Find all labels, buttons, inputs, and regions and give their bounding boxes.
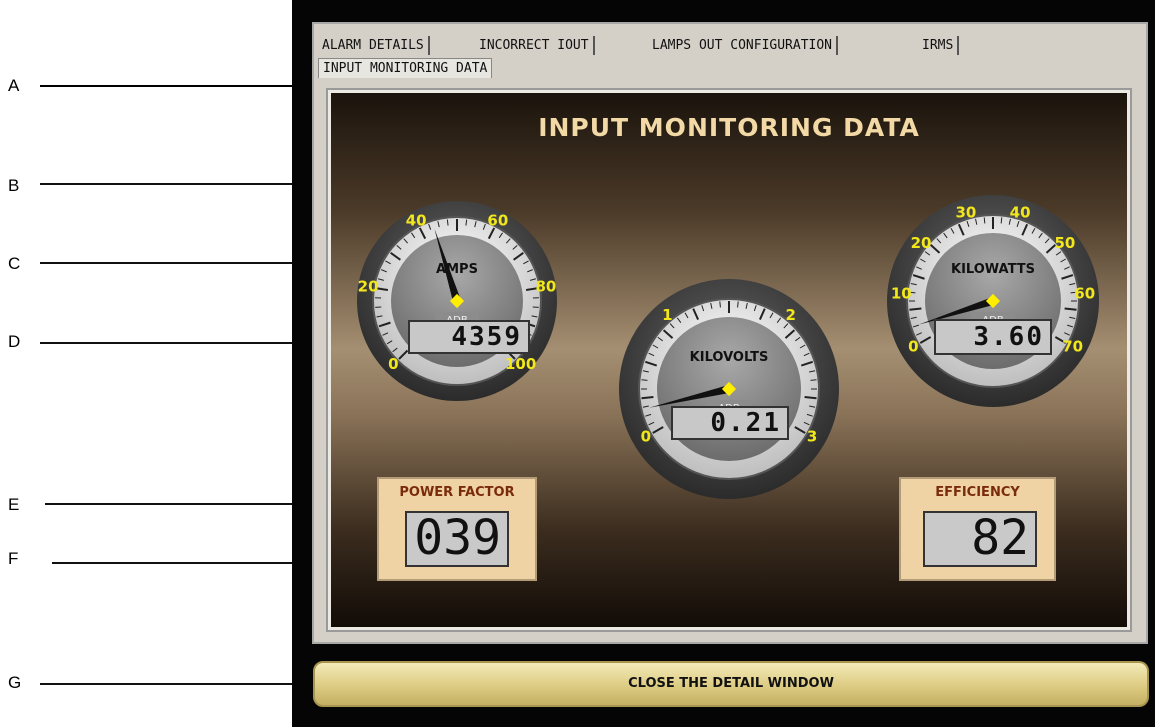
kilowatts-gauge-tick (983, 217, 986, 224)
power-factor-box: POWER FACTOR 039 (377, 477, 537, 581)
tab-control: ALARM DETAILS INCORRECT IOUT LAMPS OUT C… (312, 22, 1148, 644)
amps-tick-label: 100 (505, 355, 536, 373)
kilowatts-gauge-tick (909, 307, 922, 311)
amps-tick-label: 0 (388, 355, 398, 373)
kilovolts-gauge-tick (804, 395, 817, 400)
kilovolts-gauge-label: KILOVOLTS (690, 350, 769, 365)
kilovolts-gauge-tick (737, 301, 739, 308)
tab-alarm-details[interactable]: ALARM DETAILS (318, 36, 430, 55)
efficiency-box: EFFICIENCY 82 (899, 477, 1056, 581)
kilowatts-gauge-tick (1064, 307, 1077, 311)
amps-gauge-tick (446, 219, 449, 226)
detail-window: ALARM DETAILS INCORRECT IOUT LAMPS OUT C… (292, 0, 1155, 727)
kilovolts-gauge-tick (641, 395, 654, 400)
kilovolts-readout: 0.21 (671, 406, 789, 440)
kilovolts-tick-label: 1 (662, 306, 672, 324)
tab-incorrect-iout[interactable]: INCORRECT IOUT (475, 36, 595, 55)
power-factor-readout: 039 (405, 511, 509, 567)
efficiency-label: EFFICIENCY (935, 485, 1020, 500)
kilovolts-tick-label: 2 (785, 306, 795, 324)
kilovolts-tick-label: 3 (807, 428, 817, 446)
kilovolts-gauge-tick (810, 379, 817, 381)
amps-tick-label: 80 (535, 277, 556, 295)
kilowatts-gauge-tick (1000, 217, 1003, 224)
kilowatts-tick-label: 0 (908, 338, 918, 356)
kilowatts-tick-label: 50 (1054, 234, 1075, 252)
kilowatts-tick-label: 40 (1010, 204, 1031, 222)
kilowatts-gauge-label: KILOWATTS (951, 262, 1035, 277)
kilovolts-gauge-tick (641, 379, 648, 381)
tab-lamps-out-configuration[interactable]: LAMPS OUT CONFIGURATION (648, 36, 839, 55)
amps-gauge-tick (465, 219, 468, 226)
tab-irms[interactable]: IRMS (918, 36, 960, 55)
kilovolts-gauge-tick (719, 301, 721, 308)
efficiency-readout: 82 (923, 511, 1037, 567)
amps-tick-label: 60 (487, 211, 508, 229)
input-monitoring-panel: INPUT MONITORING DATA 020406080100AMPSAD… (326, 88, 1132, 632)
kilovolts-tick-label: 0 (641, 428, 651, 446)
amps-tick-label: 40 (406, 211, 427, 229)
kilowatts-tick-label: 20 (911, 234, 932, 252)
close-detail-window-button[interactable]: CLOSE THE DETAIL WINDOW (313, 661, 1149, 707)
tab-input-monitoring-data[interactable]: INPUT MONITORING DATA (318, 58, 493, 78)
kilowatts-tick-label: 30 (955, 204, 976, 222)
amps-readout: 4359 (408, 320, 530, 354)
kilowatts-tick-label: 60 (1074, 285, 1095, 303)
amps-tick-label: 20 (358, 277, 379, 295)
kilowatts-tick-label: 10 (891, 285, 912, 303)
power-factor-label: POWER FACTOR (399, 485, 515, 500)
amps-gauge-label: AMPS (436, 262, 478, 277)
kilowatts-readout: 3.60 (934, 319, 1052, 355)
kilowatts-tick-label: 70 (1062, 338, 1083, 356)
